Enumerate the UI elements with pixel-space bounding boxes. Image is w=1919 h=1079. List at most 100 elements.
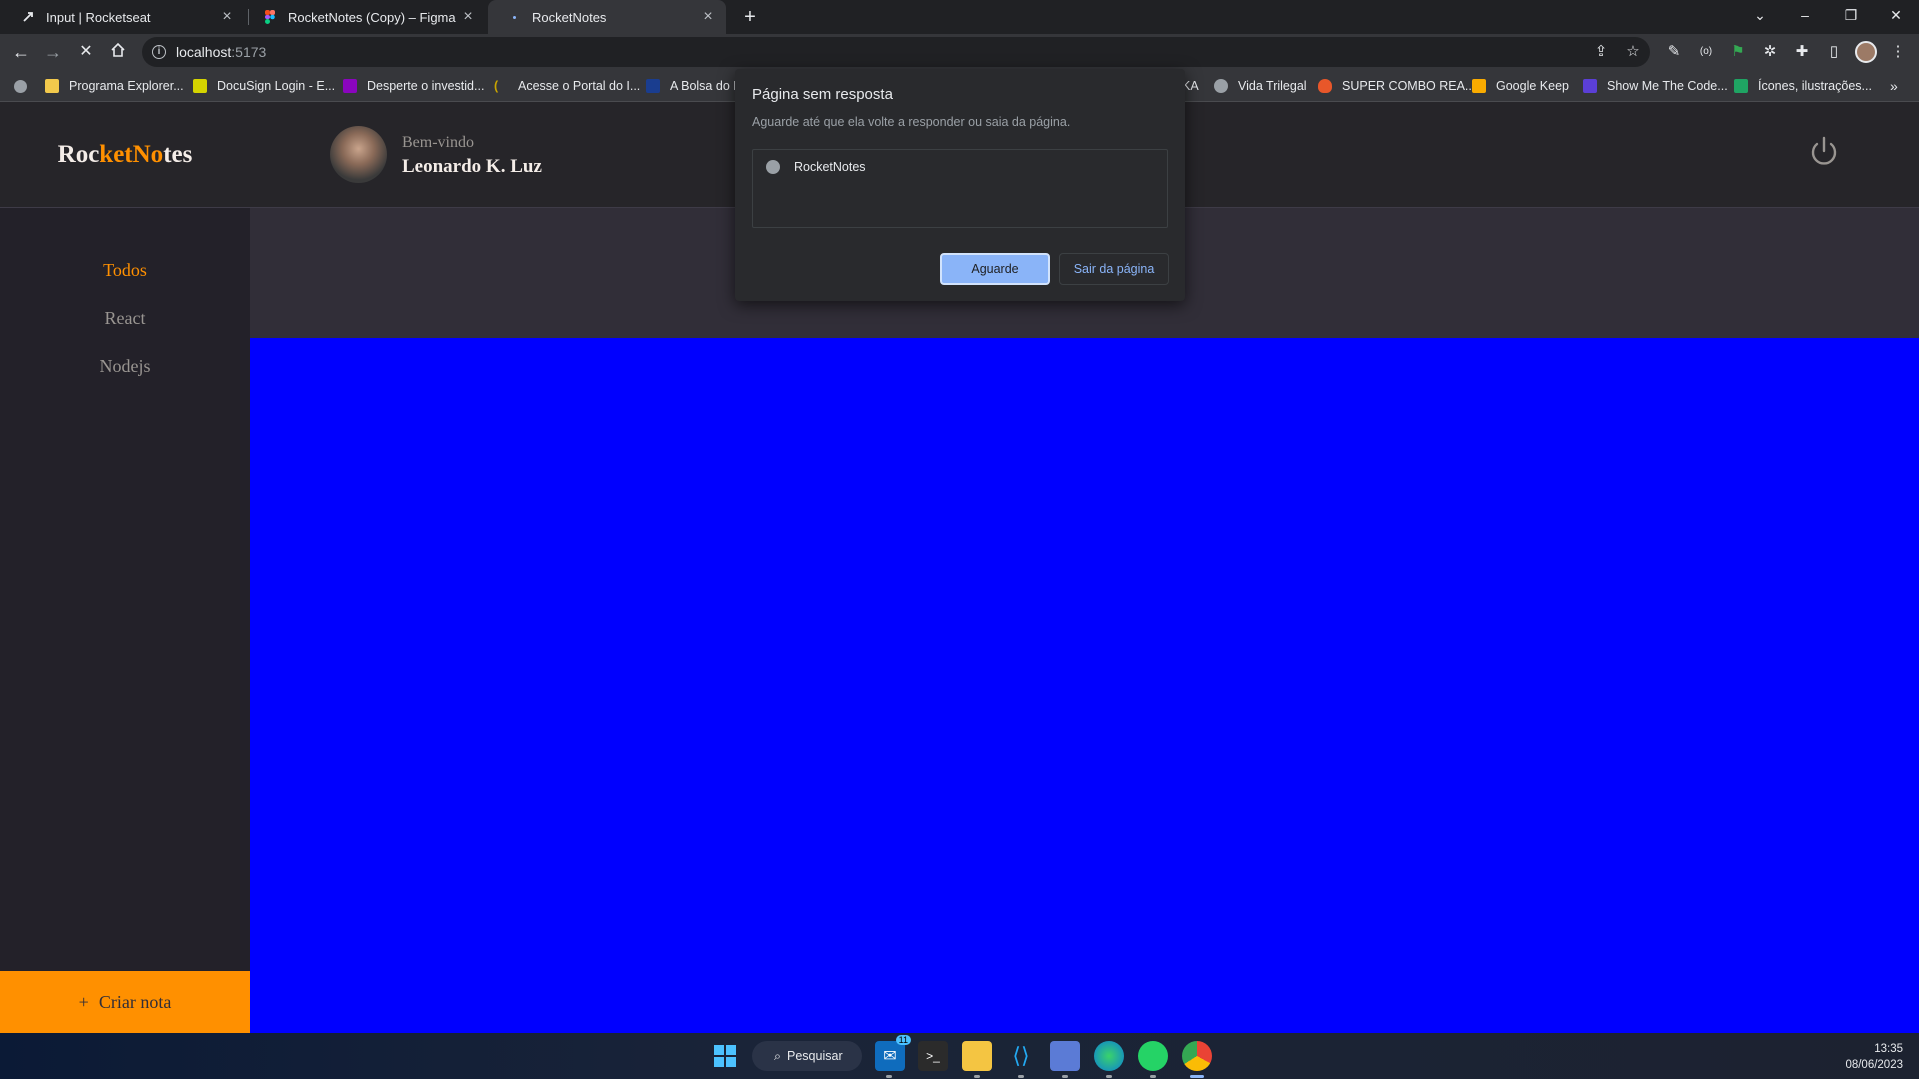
loading-icon: [506, 9, 522, 25]
folder-icon: [45, 79, 59, 93]
running-indicator: [974, 1075, 980, 1078]
more-bookmarks-icon[interactable]: »: [1890, 70, 1898, 102]
whatsapp-icon[interactable]: [1138, 1041, 1168, 1071]
close-icon[interactable]: ×: [698, 8, 718, 26]
site-info-icon[interactable]: i: [152, 45, 166, 59]
mail-icon[interactable]: ✉ 11: [875, 1035, 911, 1071]
figma-icon: [262, 9, 278, 25]
power-icon[interactable]: [1807, 135, 1841, 169]
plus-icon: +: [78, 991, 89, 1012]
sidebar: Todos React Nodejs: [0, 208, 250, 971]
user-name[interactable]: Leonardo K. Luz: [402, 156, 542, 178]
dialog-subtitle: Aguarde até que ela volte a responder ou…: [752, 115, 1071, 129]
remote-desktop-icon[interactable]: [1050, 1041, 1080, 1071]
create-note-label: Criar nota: [98, 991, 172, 1012]
sidebar-item-react[interactable]: React: [0, 308, 250, 329]
bookmark-item[interactable]: Desperte o investid...: [343, 70, 484, 102]
bookmark-item[interactable]: Vida Trilegal: [1214, 70, 1307, 102]
browser-toolbar: ← → ✕ i localhost:5173 ⇪ ☆ ✎ (o) ⚑ ✲ ✚ ▯…: [0, 34, 1919, 70]
globe-icon: [766, 160, 780, 174]
tab-separator: [248, 9, 249, 25]
tab-label: RocketNotes: [532, 9, 607, 25]
running-indicator: [886, 1075, 892, 1078]
restore-button[interactable]: ❐: [1828, 0, 1874, 30]
portal-icon: (: [494, 79, 499, 93]
bookmark-item[interactable]: SUPER COMBO REA...: [1318, 70, 1475, 102]
file-explorer-icon[interactable]: [962, 1041, 992, 1071]
brand-area: RocketNotes: [0, 102, 250, 208]
system-clock[interactable]: 13:35 08/06/2023: [1845, 1041, 1903, 1073]
code-extension-icon[interactable]: (o): [1694, 40, 1718, 64]
home-icon[interactable]: [106, 40, 130, 64]
windows-start-icon[interactable]: [710, 1041, 740, 1071]
globe-icon: [1214, 79, 1228, 93]
welcome-text: Bem-vindo: [402, 134, 474, 151]
tab-figma[interactable]: RocketNotes (Copy) – Figma ×: [250, 0, 486, 34]
bookmark-star-icon[interactable]: ☆: [1621, 37, 1645, 67]
window-close-button[interactable]: ✕: [1873, 0, 1919, 30]
side-panel-icon[interactable]: ▯: [1822, 40, 1846, 64]
rocketseat-icon: [20, 9, 36, 25]
docusign-icon: [193, 79, 207, 93]
b3-icon: [646, 79, 660, 93]
terminal-icon[interactable]: >_: [918, 1041, 948, 1071]
tab-label: Input | Rocketseat: [46, 9, 151, 25]
bookmark-item[interactable]: Google Keep: [1472, 70, 1569, 102]
code-icon: [1583, 79, 1597, 93]
avatar[interactable]: [330, 126, 387, 183]
tab-label: RocketNotes (Copy) – Figma: [288, 9, 456, 25]
running-indicator: [1062, 1075, 1068, 1078]
sidebar-item-todos[interactable]: Todos: [0, 260, 250, 281]
page-unresponsive-dialog: Página sem resposta Aguarde até que ela …: [735, 69, 1185, 301]
menu-kebab-icon[interactable]: ⋮: [1886, 40, 1910, 64]
nubank-icon: [343, 79, 357, 93]
vscode-icon[interactable]: ⟨⟩: [1006, 1041, 1036, 1071]
list-item: RocketNotes: [766, 160, 866, 174]
share-icon[interactable]: ⇪: [1589, 37, 1613, 67]
forward-icon[interactable]: →: [41, 40, 65, 64]
tab-strip: Input | Rocketseat × RocketNotes (Copy) …: [0, 0, 1919, 34]
icons-site-icon: [1734, 79, 1748, 93]
minimize-button[interactable]: –: [1782, 0, 1828, 30]
profile-avatar[interactable]: [1855, 41, 1877, 63]
puzzle-icon[interactable]: ✚: [1790, 40, 1814, 64]
content-area: [250, 338, 1919, 1033]
address-bar[interactable]: i localhost:5173 ⇪ ☆: [142, 37, 1650, 67]
create-note-button[interactable]: + Criar nota: [0, 971, 250, 1033]
windows-taskbar: ⌕ Pesquisar ✉ 11 >_ ⟨⟩ 13:35 08/06/2023: [0, 1033, 1919, 1079]
edge-icon[interactable]: [1094, 1041, 1124, 1071]
running-indicator: [1106, 1075, 1112, 1078]
pen-extension-icon[interactable]: ✎: [1662, 40, 1686, 64]
bookmark-item[interactable]: Programa Explorer...: [45, 70, 184, 102]
running-indicator: [1018, 1075, 1024, 1078]
bookmark-item[interactable]: A Bolsa do B: [646, 70, 742, 102]
tab-search-icon[interactable]: ⌄: [1737, 0, 1783, 30]
bookmark-item[interactable]: DocuSign Login - E...: [193, 70, 335, 102]
close-icon[interactable]: ×: [217, 8, 237, 26]
new-tab-button[interactable]: +: [738, 5, 762, 29]
active-indicator: [1190, 1075, 1204, 1078]
sidebar-item-nodejs[interactable]: Nodejs: [0, 356, 250, 377]
tab-input-rocketseat[interactable]: Input | Rocketseat ×: [0, 0, 245, 34]
bookmark-item[interactable]: (Acesse o Portal do I...: [494, 70, 640, 102]
brand-logo: RocketNotes: [57, 140, 193, 168]
globe-icon[interactable]: [14, 70, 27, 102]
wait-button[interactable]: Aguarde: [940, 253, 1050, 285]
bookmark-item[interactable]: Ícones, ilustrações...: [1734, 70, 1872, 102]
taskbar-search[interactable]: ⌕ Pesquisar: [752, 1041, 862, 1071]
mail-badge: 11: [895, 1035, 911, 1045]
chrome-icon[interactable]: [1182, 1041, 1212, 1071]
fire-icon: [1318, 79, 1332, 93]
address-url: localhost:5173: [176, 44, 267, 60]
stop-loading-icon[interactable]: ✕: [74, 40, 98, 64]
gear-extension-icon[interactable]: ✲: [1758, 40, 1782, 64]
leave-page-button[interactable]: Sair da página: [1059, 253, 1169, 285]
dialog-title: Página sem resposta: [752, 86, 893, 103]
back-icon[interactable]: ←: [9, 40, 33, 64]
running-indicator: [1150, 1075, 1156, 1078]
close-icon[interactable]: ×: [458, 8, 478, 26]
tab-rocketnotes[interactable]: RocketNotes ×: [488, 0, 726, 34]
google-keep-icon: [1472, 79, 1486, 93]
green-extension-icon[interactable]: ⚑: [1726, 40, 1750, 64]
bookmark-item[interactable]: Show Me The Code...: [1583, 70, 1728, 102]
